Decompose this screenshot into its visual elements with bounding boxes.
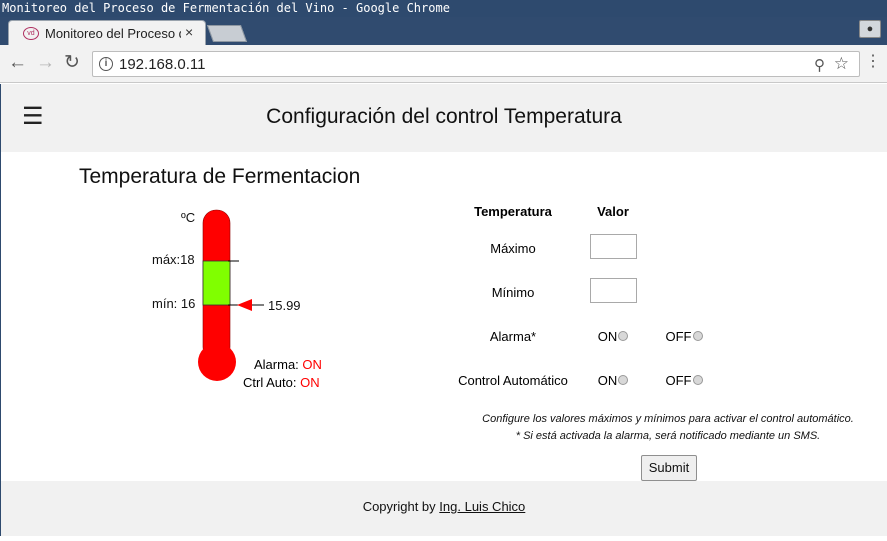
page-footer: Copyright by Ing. Luis Chico [1,481,887,536]
config-note: Configure los valores máximos y mínimos … [482,413,854,425]
ctrl-on-label: ON [597,372,618,388]
ctrl-off-label: OFF [665,372,692,388]
page-bottom [0,536,887,541]
ctrl-auto-status: Ctrl Auto: ON [243,375,320,390]
ctrl-on-radio[interactable] [618,375,629,385]
config-row-min: Mínimo [449,270,719,314]
unit-label: ºC [181,210,196,225]
page-title: Configuración del control Temperatura [266,105,622,128]
thermometer-widget: ºC máx:18 mín: 16 15.99 Alarma: ON Ctrl … [140,200,380,400]
ctrl-on-cell: ON [577,358,649,402]
zoom-icon[interactable]: ⚲ [814,56,825,74]
browser-tab[interactable]: vd Monitoreo del Proceso de Fermentación… [8,20,206,46]
address-bar[interactable]: i 192.168.0.11 ⚲ ☆ [92,51,860,77]
min-label: mín: 16 [152,296,196,311]
config-row-alarm: Alarma* ON OFF [449,314,719,358]
window-border [0,84,1,541]
submit-button[interactable]: Submit [641,455,697,481]
copyright-text: Copyright by [362,499,436,514]
max-input[interactable] [589,234,637,259]
ctrl-off-option[interactable]: OFF [666,373,703,388]
profile-icon[interactable]: ● [859,20,881,38]
alarm-status-label: Alarma: [254,357,299,372]
config-table: Temperatura Valor Máximo Mínimo Alarma* … [449,196,719,402]
forward-arrow-icon[interactable]: → [36,53,55,73]
back-arrow-icon[interactable]: ← [8,53,27,73]
section-title: Temperatura de Fermentacion [79,165,361,188]
config-row-ctrl: Control Automático ON OFF [449,358,719,402]
new-tab-button[interactable] [206,25,248,42]
thermometer-bulb [198,343,236,381]
info-icon[interactable]: i [99,57,113,71]
min-input[interactable] [589,278,637,303]
config-row-max: Máximo [449,226,719,270]
alarm-on-cell: ON [577,314,649,358]
alarm-off-cell: OFF [649,314,719,358]
min-input-cell [577,270,649,314]
config-header-row: Temperatura Valor [449,196,719,226]
author-link[interactable]: Ing. Luis Chico [439,499,525,514]
header-temperatura: Temperatura [474,203,552,219]
ctrl-row-label: Control Automático [458,372,568,388]
header-valor: Valor [597,203,629,219]
current-temp-pointer [237,299,252,311]
alarm-status: Alarma: ON [254,357,322,372]
header-empty [649,196,719,226]
thermometer-range-bar [202,260,231,306]
alarm-on-radio[interactable] [618,331,629,341]
favicon-icon: vd [23,27,39,40]
page-header: ☰ Configuración del control Temperatura [1,84,887,152]
current-temp-value: 15.99 [268,298,301,313]
star-icon[interactable]: ☆ [834,54,849,74]
tab-title: Monitoreo del Proceso de Fermentación de… [45,26,181,41]
min-row-label: Mínimo [491,284,535,300]
max-row-label: Máximo [490,240,536,256]
alarm-off-radio[interactable] [692,331,703,341]
browser-toolbar: ← → ↻ i 192.168.0.11 ⚲ ☆ ⋮ [0,45,887,83]
alarm-on-label: ON [597,328,618,344]
max-label: máx:18 [152,252,195,267]
alarm-note: * Si está activada la alarma, será notif… [515,430,821,442]
url-text[interactable]: 192.168.0.11 [119,56,205,73]
alarm-off-option[interactable]: OFF [666,329,703,344]
alarm-off-label: OFF [665,328,692,344]
window-title: Monitoreo del Proceso de Fermentación de… [0,0,887,17]
ctrl-off-cell: OFF [649,358,719,402]
alarm-row-label: Alarma* [489,328,537,344]
reload-icon[interactable]: ↻ [64,53,80,73]
alarm-status-value: ON [302,357,322,372]
tab-strip: vd Monitoreo del Proceso de Fermentación… [0,17,887,46]
ctrl-off-radio[interactable] [692,375,703,385]
alarm-on-option[interactable]: ON [598,329,629,344]
ctrl-on-option[interactable]: ON [598,373,629,388]
menu-dots-icon[interactable]: ⋮ [865,54,881,70]
close-icon[interactable]: × [185,24,193,40]
ctrl-auto-status-value: ON [300,375,320,390]
ctrl-auto-status-label: Ctrl Auto: [243,375,297,390]
max-input-cell [577,226,649,270]
